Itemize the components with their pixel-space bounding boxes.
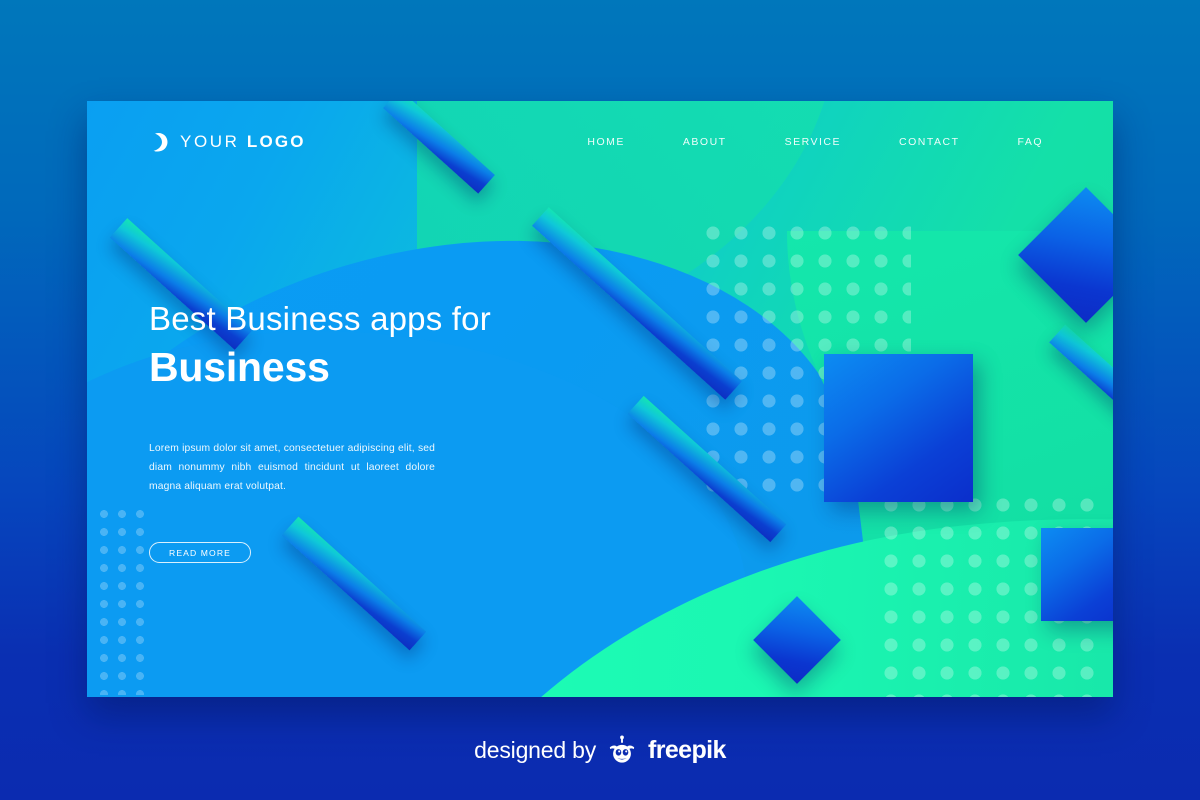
hero-headline-bold: Business <box>149 343 330 390</box>
brand-logo-text-bold: LOGO <box>246 132 306 151</box>
brand-logo[interactable]: YOUR LOGO <box>149 132 306 152</box>
crescent-logo-icon <box>149 133 168 152</box>
brand-logo-text-light: YOUR <box>180 132 240 151</box>
hero-headline-light: Best Business apps for <box>149 300 491 337</box>
blue-square-large <box>824 354 973 502</box>
dot-grid-bottom-left <box>95 505 153 695</box>
nav-item-service[interactable]: SERVICE <box>785 136 841 148</box>
hero-paragraph: Lorem ipsum dolor sit amet, consectetuer… <box>149 443 435 492</box>
freepik-robot-icon <box>609 735 635 763</box>
brand-logo-text: YOUR LOGO <box>180 132 306 152</box>
landing-page-card: YOUR LOGO HOME ABOUT SERVICE CONTACT FAQ… <box>87 101 1113 697</box>
page-background: YOUR LOGO HOME ABOUT SERVICE CONTACT FAQ… <box>0 0 1200 800</box>
read-more-button[interactable]: READ MORE <box>149 542 251 564</box>
site-header: YOUR LOGO HOME ABOUT SERVICE CONTACT FAQ <box>87 101 1113 183</box>
freepik-attribution: designed by freepik <box>0 735 1200 765</box>
nav-item-home[interactable]: HOME <box>587 136 625 148</box>
nav-item-about[interactable]: ABOUT <box>683 136 727 148</box>
main-navigation: HOME ABOUT SERVICE CONTACT FAQ <box>587 136 1051 148</box>
nav-item-contact[interactable]: CONTACT <box>899 136 959 148</box>
freepik-brand-label: freepik <box>648 735 726 764</box>
designed-by-label: designed by <box>474 736 597 763</box>
hero-section: Best Business apps for Business Lorem ip… <box>149 300 579 564</box>
nav-item-faq[interactable]: FAQ <box>1017 136 1043 148</box>
blue-square-small-right <box>1041 528 1113 621</box>
